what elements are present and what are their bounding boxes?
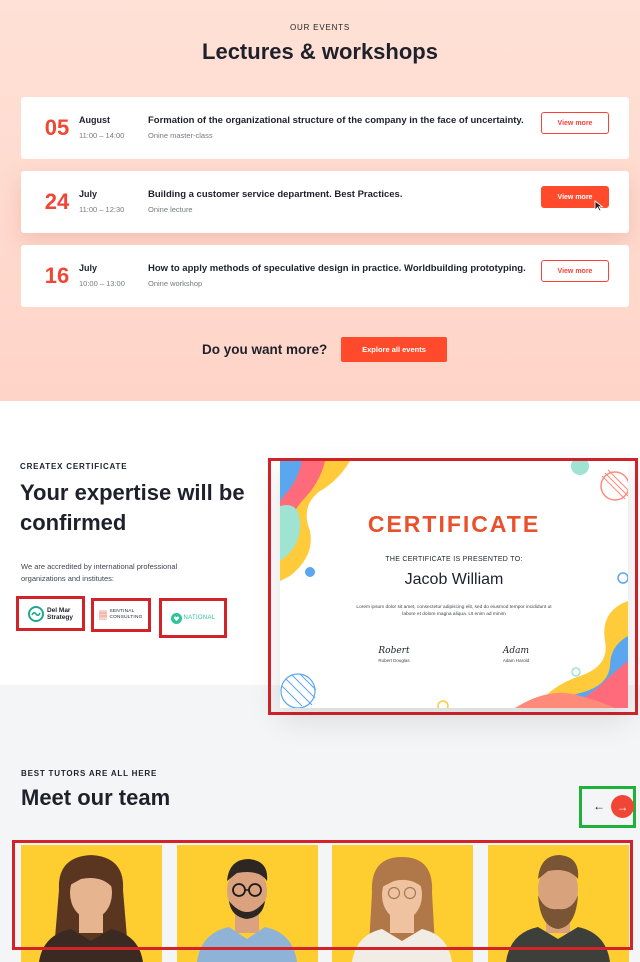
event-title: How to apply methods of speculative desi… xyxy=(148,263,526,274)
event-day: 16 xyxy=(44,263,70,288)
signature-block: Robert Robert Douglas xyxy=(364,646,424,663)
event-day: 05 xyxy=(44,115,70,140)
del-mar-wave-icon xyxy=(27,605,44,622)
certificate-card: CERTIFICATE THE CERTIFICATE IS PRESENTED… xyxy=(280,461,628,708)
event-time: 11:00 – 12:30 xyxy=(79,205,125,214)
event-title: Formation of the organizational structur… xyxy=(148,115,524,126)
carousel-prev-arrow-icon[interactable]: ← xyxy=(590,797,608,815)
mouse-cursor-icon xyxy=(594,200,604,212)
event-card: 16 July 10:00 – 13:00 How to apply metho… xyxy=(21,245,629,307)
team-eyebrow: BEST TUTORS ARE ALL HERE xyxy=(21,769,158,778)
logo-text: CONSULTING xyxy=(109,615,143,620)
accreditation-text: We are accredited by international profe… xyxy=(21,562,178,583)
logo-sentinal-consulting: SENTINAL CONSULTING xyxy=(91,598,151,632)
signature-name: Robert Douglas xyxy=(378,658,410,663)
signature-script: Robert xyxy=(378,646,410,656)
event-time: 11:00 – 14:00 xyxy=(79,131,125,140)
events-eyebrow: OUR EVENTS xyxy=(289,23,350,32)
event-title: Building a customer service department. … xyxy=(148,189,403,200)
certificate-title: CERTIFICATE xyxy=(367,511,541,537)
event-month: August xyxy=(79,115,110,125)
signature-script: Adam xyxy=(502,646,530,656)
event-card: 05 August 11:00 – 14:00 Formation of the… xyxy=(21,97,629,159)
event-month: July xyxy=(79,263,98,273)
logo-text: NATIONAL xyxy=(183,615,216,621)
certificate-body-text: Lorem ipsum dolor sit amet, consectetur … xyxy=(356,605,552,617)
view-more-button[interactable]: View more xyxy=(541,260,609,282)
team-highlight-frame xyxy=(12,840,633,950)
logo-text: Strategy xyxy=(46,613,73,621)
more-events-prompt: Do you want more? xyxy=(202,342,328,357)
carousel-next-arrow-icon[interactable]: → xyxy=(611,795,634,818)
event-day: 24 xyxy=(44,189,70,214)
event-type: Onine master-class xyxy=(148,131,213,140)
certificate-recipient-name: Jacob William xyxy=(404,571,504,588)
sentinal-mark-icon xyxy=(99,610,108,620)
signature-name: Adam Harold xyxy=(502,658,530,663)
certificate-presented-to: THE CERTIFICATE IS PRESENTED TO: xyxy=(385,556,523,563)
logo-text: Del Mar xyxy=(46,606,71,614)
certificate-heading: Your expertise will be confirmed xyxy=(20,480,245,535)
signature-block: Adam Adam Harold xyxy=(486,646,546,663)
certificate-eyebrow: CREATEX CERTIFICATE xyxy=(20,462,128,471)
logo-del-mar-strategy: Del Mar Strategy xyxy=(16,596,85,631)
event-card: 24 July 11:00 – 12:30 Building a custome… xyxy=(21,171,629,233)
logo-national: NATIONAL xyxy=(159,598,227,638)
event-time: 10:00 – 13:00 xyxy=(79,279,125,288)
explore-all-events-button[interactable]: Explore all events xyxy=(341,337,447,362)
event-type: Onine workshop xyxy=(148,279,203,288)
event-type: Onine lecture xyxy=(148,205,193,214)
team-heading: Meet our team xyxy=(21,785,171,810)
national-heart-icon xyxy=(170,612,182,624)
events-heading: Lectures & workshops xyxy=(202,39,438,64)
view-more-button[interactable]: View more xyxy=(541,112,609,134)
event-month: July xyxy=(79,189,98,199)
